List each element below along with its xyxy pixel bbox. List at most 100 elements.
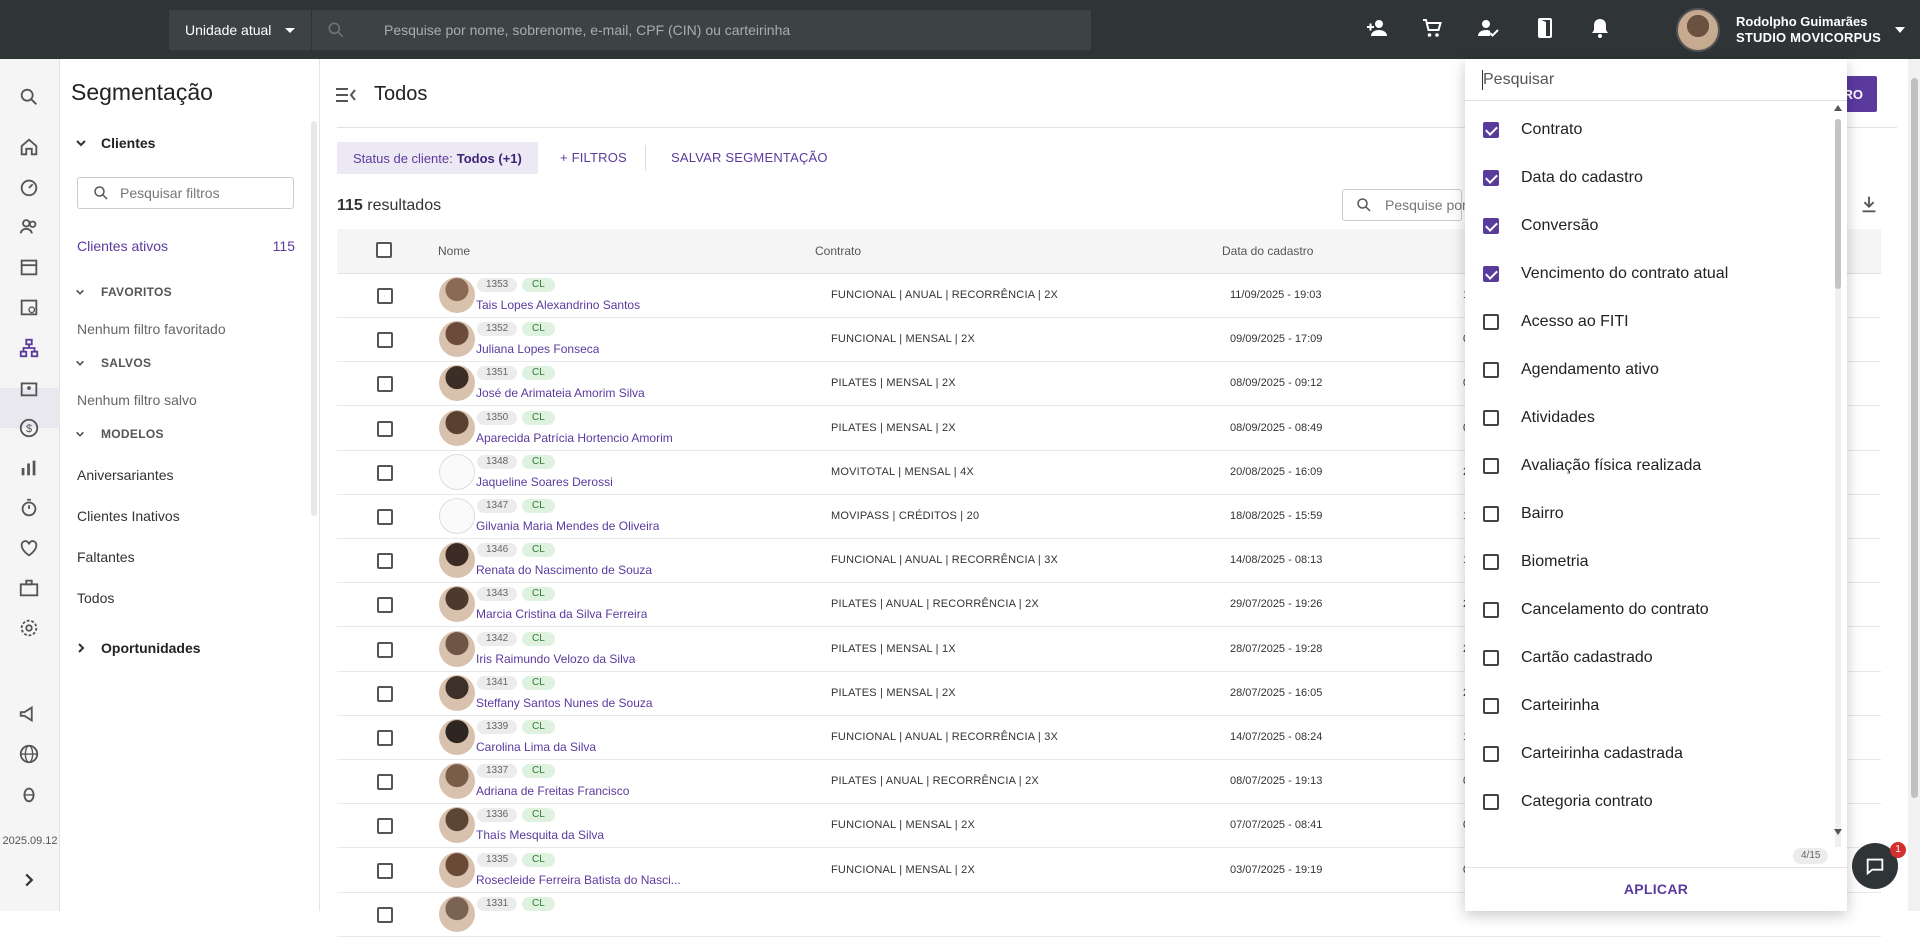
- column-option-checkbox[interactable]: [1483, 170, 1499, 186]
- row-checkbox[interactable]: [377, 906, 393, 923]
- add-filters-button[interactable]: + FILTROS: [560, 150, 627, 165]
- column-header-data-cadastro[interactable]: Data do cadastro: [1222, 244, 1313, 258]
- column-option[interactable]: Atividades: [1483, 409, 1595, 427]
- row-checkbox[interactable]: [377, 597, 393, 614]
- page-scroll-thumb[interactable]: [1911, 78, 1918, 798]
- select-all-checkbox[interactable]: [376, 242, 392, 258]
- save-segment-button[interactable]: SALVAR SEGMENTAÇÃO: [671, 150, 828, 165]
- client-name-link[interactable]: Adriana de Freitas Francisco: [476, 784, 629, 798]
- calendar-icon[interactable]: [18, 256, 40, 278]
- client-name-link[interactable]: Jaqueline Soares Derossi: [476, 475, 613, 489]
- collapse-menu-icon[interactable]: [336, 86, 356, 104]
- home-icon[interactable]: [18, 136, 40, 158]
- panel-scrollbar[interactable]: [311, 121, 317, 516]
- column-option-checkbox[interactable]: [1483, 122, 1499, 138]
- modelo-item[interactable]: Aniversariantes: [77, 467, 174, 483]
- scroll-up-arrow-icon[interactable]: [1834, 105, 1842, 111]
- dropdown-scroll-thumb[interactable]: [1835, 119, 1841, 289]
- column-option-checkbox[interactable]: [1483, 746, 1499, 762]
- bell-icon[interactable]: [1588, 16, 1612, 40]
- column-option[interactable]: Cartão cadastrado: [1483, 649, 1653, 667]
- dollar-icon[interactable]: $: [18, 417, 40, 439]
- column-option-checkbox[interactable]: [1483, 410, 1499, 426]
- search-icon[interactable]: [18, 86, 40, 108]
- column-header-contrato[interactable]: Contrato: [815, 244, 861, 258]
- row-checkbox[interactable]: [377, 553, 393, 570]
- briefcase-icon[interactable]: [18, 577, 40, 599]
- column-option-checkbox[interactable]: [1483, 314, 1499, 330]
- column-option[interactable]: Categoria contrato: [1483, 793, 1653, 811]
- modelo-item[interactable]: Todos: [77, 590, 114, 606]
- column-header-nome[interactable]: Nome: [438, 244, 470, 258]
- section-favoritos[interactable]: FAVORITOS: [75, 285, 172, 299]
- column-option-checkbox[interactable]: [1483, 554, 1499, 570]
- row-checkbox[interactable]: [377, 376, 393, 393]
- modelo-item[interactable]: Clientes Inativos: [77, 508, 180, 524]
- scroll-down-arrow-icon[interactable]: [1834, 829, 1842, 835]
- heart-pulse-icon[interactable]: [18, 537, 40, 559]
- section-modelos[interactable]: MODELOS: [75, 427, 164, 441]
- badge-icon[interactable]: [18, 377, 40, 399]
- client-name-link[interactable]: Aparecida Patrícia Hortencio Amorim: [476, 431, 673, 445]
- section-salvos[interactable]: SALVOS: [75, 356, 151, 370]
- active-clients-item[interactable]: Clientes ativos: [77, 238, 168, 254]
- column-option[interactable]: Avaliação física realizada: [1483, 457, 1701, 475]
- client-name-link[interactable]: José de Arimateia Amorim Silva: [476, 386, 645, 400]
- column-option-checkbox[interactable]: [1483, 650, 1499, 666]
- megaphone-icon[interactable]: [18, 703, 40, 725]
- row-checkbox[interactable]: [377, 509, 393, 525]
- column-option-checkbox[interactable]: [1483, 458, 1499, 474]
- row-checkbox[interactable]: [377, 774, 393, 791]
- column-option[interactable]: Vencimento do contrato atual: [1483, 265, 1728, 283]
- column-option[interactable]: Agendamento ativo: [1483, 361, 1659, 379]
- row-checkbox[interactable]: [377, 332, 393, 349]
- column-option[interactable]: Contrato: [1483, 121, 1582, 139]
- modelo-item[interactable]: Faltantes: [77, 549, 135, 565]
- timer-icon[interactable]: [18, 497, 40, 519]
- speedometer-icon[interactable]: [18, 176, 40, 198]
- unit-select[interactable]: Unidade atual: [169, 10, 311, 50]
- client-name-link[interactable]: Carolina Lima da Silva: [476, 740, 596, 754]
- global-search[interactable]: Pesquise por nome, sobrenome, e-mail, CP…: [312, 10, 1091, 50]
- row-checkbox[interactable]: [377, 730, 393, 746]
- column-option[interactable]: Acesso ao FITI: [1483, 313, 1629, 331]
- column-option-checkbox[interactable]: [1483, 794, 1499, 810]
- column-option[interactable]: Carteirinha: [1483, 697, 1599, 715]
- section-clientes[interactable]: Clientes: [75, 135, 155, 151]
- column-option-checkbox[interactable]: [1483, 266, 1499, 282]
- bug-icon[interactable]: [18, 783, 40, 805]
- row-checkbox[interactable]: [377, 420, 393, 437]
- client-name-link[interactable]: Renata do Nascimento de Souza: [476, 563, 652, 577]
- segmentation-icon[interactable]: [18, 337, 40, 359]
- filter-search-input[interactable]: Pesquisar filtros: [77, 177, 294, 209]
- column-option-checkbox[interactable]: [1483, 602, 1499, 618]
- client-name-link[interactable]: Tais Lopes Alexandrino Santos: [476, 298, 640, 312]
- client-name-link[interactable]: Rosecleide Ferreira Batista do Nasci...: [476, 873, 681, 887]
- client-name-link[interactable]: Gilvania Maria Mendes de Oliveira: [476, 519, 659, 533]
- row-checkbox[interactable]: [377, 641, 393, 658]
- column-option-checkbox[interactable]: [1483, 506, 1499, 522]
- row-checkbox[interactable]: [377, 464, 393, 481]
- people-icon[interactable]: [18, 216, 40, 238]
- column-option[interactable]: Carteirinha cadastrada: [1483, 745, 1683, 763]
- client-name-link[interactable]: Thaís Mesquita da Silva: [476, 828, 604, 842]
- row-checkbox[interactable]: [377, 685, 393, 702]
- column-option-checkbox[interactable]: [1483, 698, 1499, 714]
- globe-icon[interactable]: [18, 743, 40, 765]
- column-option[interactable]: Bairro: [1483, 505, 1564, 523]
- column-search-input[interactable]: Pesquisar: [1465, 59, 1847, 101]
- calendar-clock-icon[interactable]: [18, 296, 40, 318]
- chevron-right-icon[interactable]: [18, 869, 40, 891]
- add-person-icon[interactable]: [1365, 16, 1389, 40]
- exit-door-icon[interactable]: [1533, 16, 1557, 40]
- download-icon[interactable]: [1858, 193, 1880, 215]
- client-name-link[interactable]: Marcia Cristina da Silva Ferreira: [476, 607, 647, 621]
- bar-chart-icon[interactable]: [18, 457, 40, 479]
- column-option-checkbox[interactable]: [1483, 218, 1499, 234]
- row-checkbox[interactable]: [377, 862, 393, 879]
- user-menu[interactable]: Rodolpho Guimarães STUDIO MOVICORPUS: [1676, 8, 1905, 52]
- user-check-icon[interactable]: [1476, 16, 1500, 40]
- column-option[interactable]: Cancelamento do contrato: [1483, 601, 1709, 619]
- row-checkbox[interactable]: [377, 818, 393, 835]
- client-name-link[interactable]: Juliana Lopes Fonseca: [476, 342, 599, 356]
